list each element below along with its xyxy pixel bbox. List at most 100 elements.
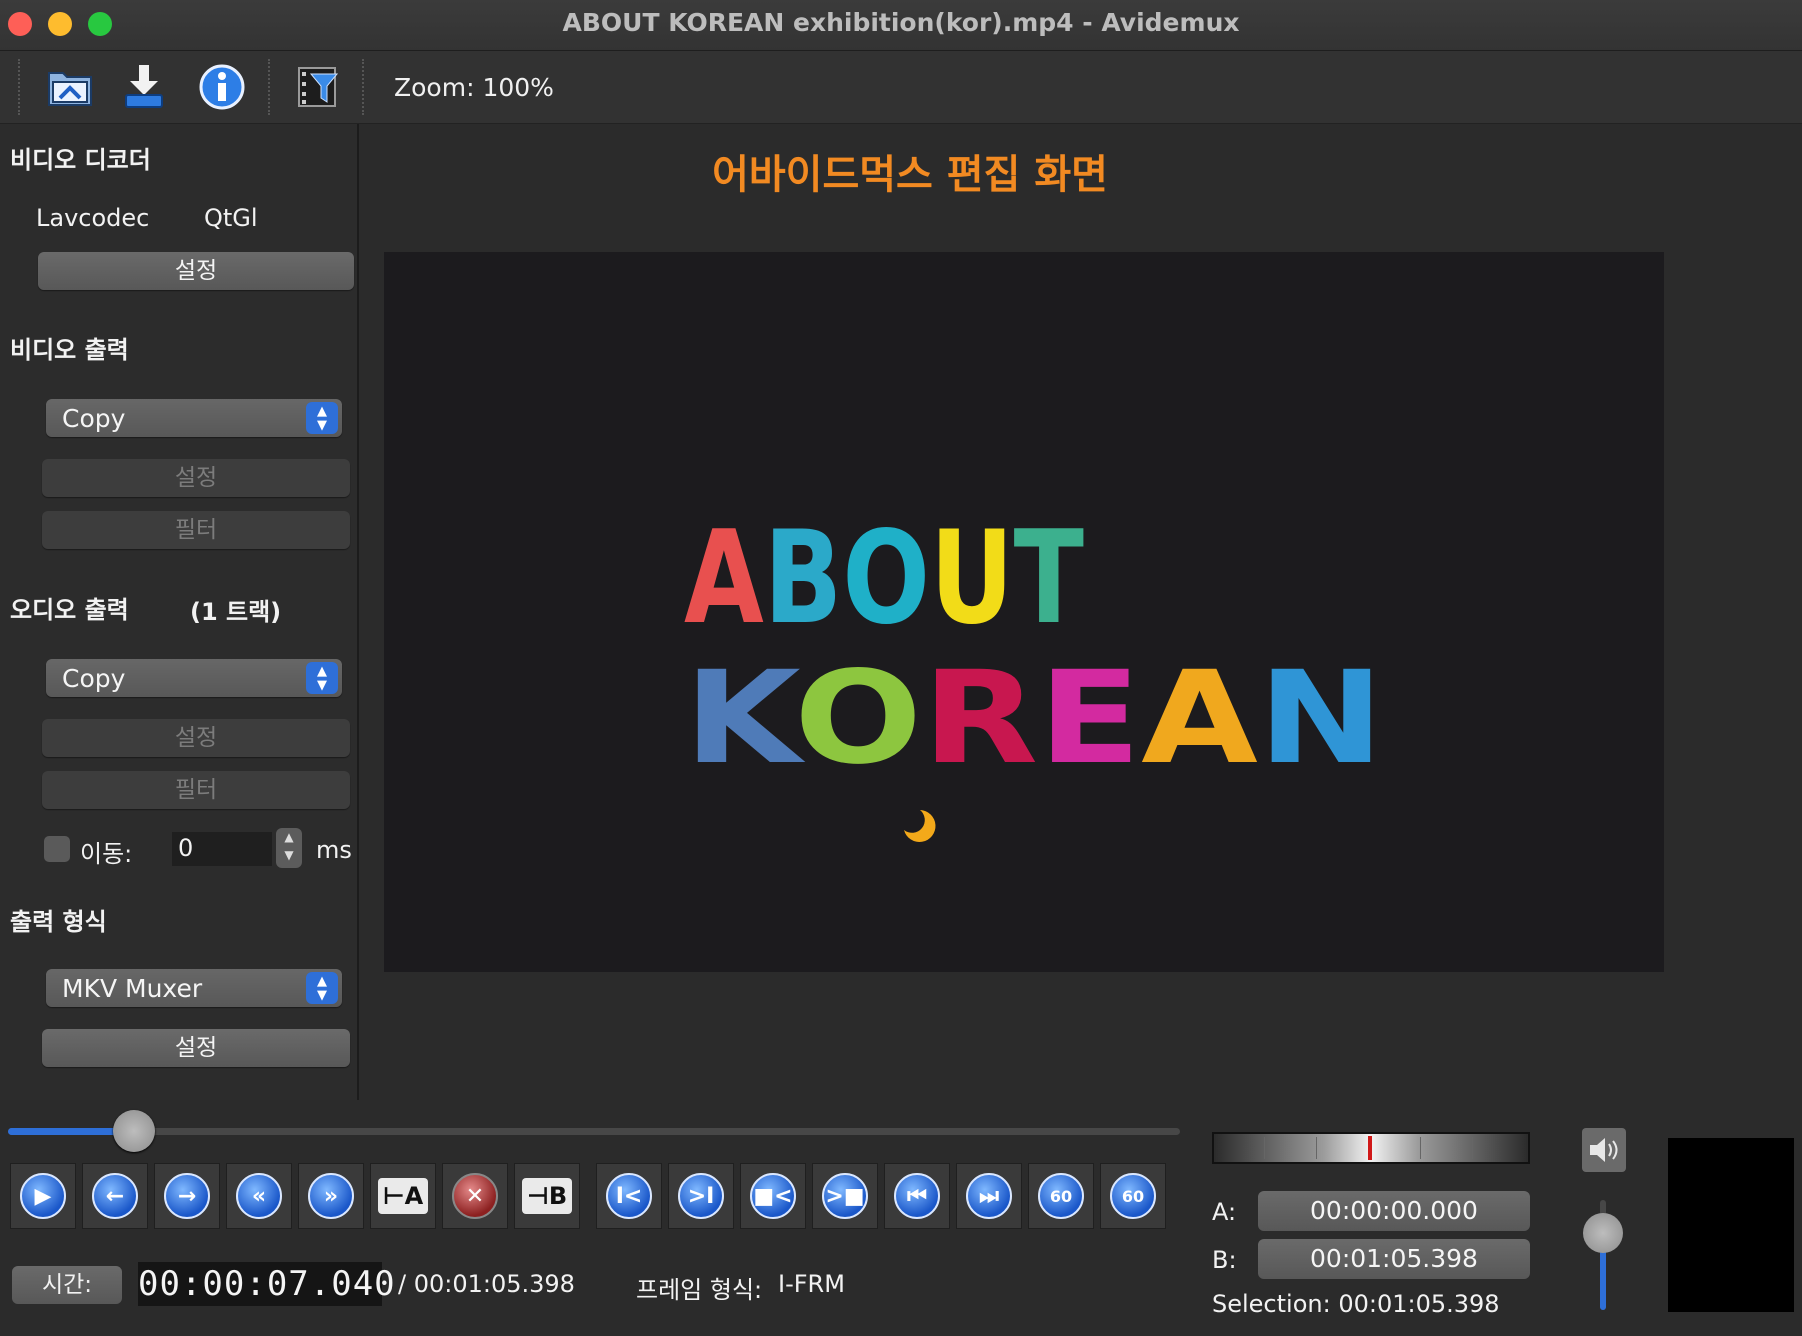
total-time: / 00:01:05.398 — [398, 1270, 575, 1298]
skip-start-icon: ⏮ — [894, 1173, 940, 1219]
toolbar-separator — [268, 59, 270, 115]
video-settings-button[interactable]: 설정 — [42, 459, 350, 497]
jog-tick — [1420, 1137, 1421, 1159]
goto-marker-b-button[interactable]: >I — [668, 1163, 734, 1229]
play-button[interactable]: ▶ — [10, 1163, 76, 1229]
open-file-button[interactable] — [44, 61, 96, 113]
video-letter: B — [764, 504, 843, 653]
frame-type-label: 프레임 형식: — [636, 1276, 763, 1304]
goto-marker-a-icon: I< — [606, 1173, 652, 1219]
output-format-heading: 출력 형식 — [10, 908, 107, 936]
chevron-up-down-icon: ▲ ▼ — [306, 402, 338, 434]
arrow-right-icon: → — [164, 1173, 210, 1219]
audio-shift-label: 이동: — [80, 840, 133, 868]
muxer-select[interactable]: MKV Muxer ▲ ▼ — [46, 969, 342, 1007]
video-letter: T — [1014, 504, 1084, 653]
video-codec-select[interactable]: Copy ▲ ▼ — [46, 399, 342, 437]
filter-icon — [298, 67, 339, 107]
title-bar: ABOUT KOREAN exhibition(kor).mp4 - Avide… — [0, 0, 1802, 51]
seek-slider-track[interactable] — [8, 1128, 1180, 1135]
film-next-icon: >■ — [822, 1173, 868, 1219]
open-folder-icon — [48, 72, 92, 106]
audio-shift-input[interactable]: 0 — [172, 832, 272, 866]
seek-slider-handle[interactable] — [113, 1110, 155, 1152]
video-frame: ABOUT KOREAN — [684, 504, 1384, 842]
next-frame-button[interactable]: → — [154, 1163, 220, 1229]
fast-forward-icon: » — [308, 1173, 354, 1219]
audio-shift-value: 0 — [178, 834, 194, 862]
toolbar-separator — [18, 59, 20, 115]
next-black-frame-button[interactable]: >■ — [812, 1163, 878, 1229]
toolbar-separator — [362, 59, 364, 115]
video-letter: A — [1141, 644, 1258, 793]
back-60-button[interactable]: 60 — [1028, 1163, 1094, 1229]
muxer-value: MKV Muxer — [62, 974, 203, 1003]
delete-x-icon: ✕ — [452, 1173, 498, 1219]
marker-b-letter: B — [548, 1182, 568, 1210]
save-download-icon — [125, 65, 163, 108]
marker-a-time[interactable]: 00:00:00.000 — [1258, 1191, 1530, 1231]
arrow-left-icon: ← — [92, 1173, 138, 1219]
speaker-icon — [1590, 1138, 1618, 1162]
chevron-up-down-icon: ▲ ▼ — [306, 662, 338, 694]
audio-track-count: (1 트랙) — [190, 598, 282, 626]
marker-b-icon: ⊣ B — [522, 1178, 572, 1214]
forward-60-button[interactable]: 60 — [1100, 1163, 1166, 1229]
fast-forward-button[interactable]: » — [298, 1163, 364, 1229]
audio-output-heading: 오디오 출력 — [10, 596, 129, 624]
toolbar: Zoom: 100% — [0, 51, 1802, 124]
video-letter: R — [922, 644, 1038, 793]
goto-marker-a-button[interactable]: I< — [596, 1163, 662, 1229]
marker-a-letter: A — [404, 1182, 424, 1210]
video-preview: ABOUT KOREAN — [384, 252, 1664, 972]
video-letter: E — [1038, 644, 1141, 793]
audio-filters-button[interactable]: 필터 — [42, 771, 350, 809]
current-time-field[interactable]: 00:00:07.040 — [138, 1262, 395, 1306]
frame-type-value: I-FRM — [778, 1270, 845, 1298]
skip-end-icon: ⏭ — [966, 1173, 1012, 1219]
goto-start-button[interactable]: ⏮ — [884, 1163, 950, 1229]
video-filters-button[interactable] — [292, 61, 344, 113]
video-filters-sidebar-button[interactable]: 필터 — [42, 511, 350, 549]
save-button[interactable] — [118, 61, 170, 113]
video-letter: O — [794, 644, 922, 793]
set-marker-a-button[interactable]: ⊢ A — [370, 1163, 436, 1229]
moon-shape — [904, 810, 936, 842]
preview-caption: 어바이드먹스 편집 화면 — [712, 152, 1108, 198]
audio-shift-stepper[interactable]: ▲ ▼ — [276, 828, 302, 868]
audio-codec-select[interactable]: Copy ▲ ▼ — [46, 659, 342, 697]
sidebar-splitter[interactable] — [357, 124, 359, 1100]
properties-button[interactable] — [196, 61, 248, 113]
marker-a-icon: ⊢ A — [378, 1178, 428, 1214]
previous-black-frame-button[interactable]: ■< — [740, 1163, 806, 1229]
volume-slider-handle[interactable] — [1583, 1213, 1623, 1253]
goto-end-button[interactable]: ⏭ — [956, 1163, 1022, 1229]
video-text-korean: KOREAN — [684, 644, 1384, 793]
info-icon — [199, 64, 245, 110]
back-60-label: 60 — [1049, 1186, 1073, 1206]
set-marker-b-button[interactable]: ⊣ B — [514, 1163, 580, 1229]
audio-shift-unit: ms — [316, 836, 352, 864]
time-button[interactable]: 시간: — [12, 1266, 122, 1304]
chevron-up-down-icon: ▲ ▼ — [306, 972, 338, 1004]
marker-b-time[interactable]: 00:01:05.398 — [1258, 1239, 1530, 1279]
audio-settings-button[interactable]: 설정 — [42, 719, 350, 757]
video-codec-value: Copy — [62, 404, 126, 433]
jog-shuttle[interactable] — [1212, 1132, 1530, 1164]
previous-frame-button[interactable]: ← — [82, 1163, 148, 1229]
audio-shift-checkbox[interactable] — [44, 836, 70, 862]
muxer-settings-button[interactable]: 설정 — [42, 1029, 350, 1067]
decoder-settings-button[interactable]: 설정 — [38, 252, 354, 290]
film-prev-icon: ■< — [750, 1173, 796, 1219]
mute-button[interactable] — [1582, 1128, 1626, 1172]
jog-needle — [1368, 1136, 1372, 1160]
rewind-button[interactable]: « — [226, 1163, 292, 1229]
forward-60-icon: 60 — [1110, 1173, 1156, 1219]
video-text-about: ABOUT — [684, 504, 1084, 653]
marker-b-label: B: — [1212, 1246, 1237, 1274]
delete-selection-button[interactable]: ✕ — [442, 1163, 508, 1229]
decoder-name: Lavcodec — [36, 204, 150, 232]
video-letter: N — [1258, 644, 1384, 793]
video-decoder-heading: 비디오 디코더 — [10, 146, 151, 174]
window-title: ABOUT KOREAN exhibition(kor).mp4 - Avide… — [562, 8, 1240, 37]
